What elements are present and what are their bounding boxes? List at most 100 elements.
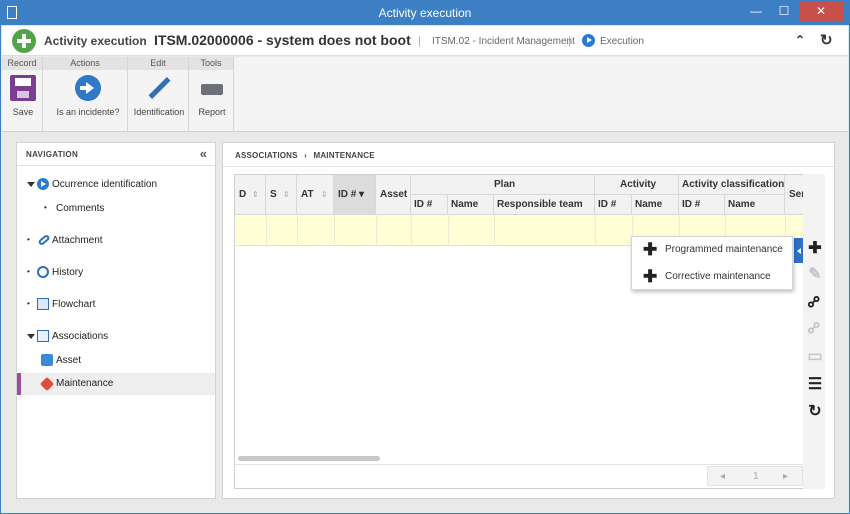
column-header-at[interactable]: AT ⇕: [297, 175, 334, 215]
disassociate-link-button[interactable]: ⚯: [802, 316, 827, 341]
cell-separator: [595, 215, 596, 246]
breadcrumb: ASSOCIATIONS › MAINTENANCE: [235, 151, 375, 160]
play-icon: [37, 178, 49, 190]
refresh-header-button[interactable]: ↻: [820, 31, 833, 49]
add-button[interactable]: ✚: [806, 240, 824, 258]
column-group-plan: Plan: [411, 175, 595, 195]
nav-item-label: Associations: [52, 331, 109, 342]
nav-item-label: Maintenance: [56, 378, 114, 389]
grid-action-toolbar: ✚ ✎ ⚯ ⚯ ▭ ☰ ↻: [803, 174, 825, 489]
expand-triangle-icon[interactable]: [27, 334, 35, 339]
nav-item-label: Comments: [56, 203, 105, 214]
maintenance-grid: D ⇕ S ⇕ AT ⇕ ID # ▾ Asset Plan Activity …: [234, 174, 804, 489]
nav-item-flowchart[interactable]: • Flowchart: [17, 294, 215, 316]
column-header-label: Name: [728, 199, 756, 210]
nav-item-asset[interactable]: Asset: [17, 350, 215, 372]
nav-item-label: Ocurrence identification: [52, 179, 158, 190]
is-incident-button[interactable]: Is an incidente?: [53, 75, 123, 117]
plus-icon: ✚: [643, 267, 658, 286]
next-page-button[interactable]: ▸: [783, 471, 788, 482]
process-label: ITSM.02 - Incident Management: [432, 36, 575, 47]
status-label: Execution: [600, 36, 644, 47]
ribbon-group-record: Record Save: [2, 57, 43, 132]
chevron-right-icon: ›: [304, 151, 308, 160]
page-number[interactable]: 1: [753, 471, 759, 482]
cell-separator: [411, 215, 412, 246]
view-button[interactable]: ▭: [806, 348, 824, 366]
associate-link-button[interactable]: ⚯: [802, 290, 827, 315]
column-header-label: Name: [451, 199, 479, 210]
minimize-button[interactable]: —: [743, 1, 769, 21]
associations-icon: [37, 330, 49, 342]
bullet: •: [27, 235, 30, 244]
collapse-header-button[interactable]: ⌃: [795, 33, 805, 47]
app-name: Activity execution: [44, 34, 147, 48]
close-button[interactable]: ✕: [799, 1, 843, 21]
ribbon-group-edit: Edit Identification: [128, 57, 189, 132]
nav-item-maintenance[interactable]: Maintenance: [17, 373, 215, 395]
column-header-d[interactable]: D ⇕: [235, 175, 266, 215]
cell-separator: [266, 215, 267, 246]
ribbon-group-title: Edit: [128, 57, 188, 70]
ribbon-group-title: Actions: [43, 57, 127, 70]
nav-item-label: Attachment: [52, 235, 103, 246]
cell-separator: [494, 215, 495, 246]
previous-page-button[interactable]: ◂: [720, 471, 725, 482]
add-dropdown-menu: ✚ Programmed maintenance ✚ Corrective ma…: [631, 236, 793, 290]
column-header-classification-name[interactable]: Name: [725, 195, 785, 215]
navigation-panel: NAVIGATION « Ocurrence identification • …: [16, 142, 216, 499]
column-header-activity-id[interactable]: ID #: [595, 195, 632, 215]
column-header-ser[interactable]: Ser: [785, 175, 803, 215]
horizontal-scrollbar[interactable]: [238, 456, 380, 461]
nav-item-history[interactable]: • History: [17, 262, 215, 284]
column-header-id[interactable]: ID # ▾: [334, 175, 376, 215]
column-header-activity-name[interactable]: Name: [632, 195, 679, 215]
menu-item-corrective-maintenance[interactable]: ✚ Corrective maintenance: [632, 264, 792, 290]
breadcrumb-item[interactable]: ASSOCIATIONS: [235, 151, 298, 160]
breadcrumb-item: MAINTENANCE: [313, 151, 375, 160]
collapse-navigation-button[interactable]: «: [200, 146, 207, 161]
report-button[interactable]: Report: [196, 75, 228, 117]
pencil-icon: [146, 75, 172, 101]
nav-item-label: History: [52, 267, 84, 278]
pagination: ◂ 1 ▸: [707, 466, 803, 486]
history-icon: [37, 266, 49, 278]
window-title: Activity execution: [378, 6, 472, 20]
header-separator: |: [418, 35, 421, 47]
edit-button[interactable]: ✎: [806, 266, 824, 284]
printer-icon: [199, 75, 225, 101]
list-button[interactable]: ☰: [806, 376, 824, 394]
arrow-right-icon: [75, 75, 101, 101]
flowchart-icon: [37, 298, 49, 310]
cell-separator: [297, 215, 298, 246]
menu-item-programmed-maintenance[interactable]: ✚ Programmed maintenance: [632, 237, 792, 263]
nav-item-ocurrence-identification[interactable]: Ocurrence identification: [17, 174, 215, 196]
column-header-classification-id[interactable]: ID #: [679, 195, 725, 215]
paperclip-icon: [37, 233, 51, 247]
cell-separator: [334, 215, 335, 246]
column-header-label: ID #: [598, 199, 617, 210]
expand-triangle-icon[interactable]: [27, 182, 35, 187]
column-header-asset[interactable]: Asset: [376, 175, 411, 215]
refresh-button[interactable]: ↻: [806, 403, 824, 421]
navigation-title: NAVIGATION: [26, 150, 79, 159]
column-header-label: D: [239, 189, 247, 200]
column-header-label: Responsible team: [497, 199, 583, 210]
sort-icon: ⇕: [252, 190, 259, 199]
maximize-button[interactable]: ☐: [771, 1, 797, 21]
column-header-responsible-team[interactable]: Responsible team: [494, 195, 595, 215]
column-header-plan-name[interactable]: Name: [448, 195, 494, 215]
save-button[interactable]: Save: [8, 75, 38, 117]
record-title: ITSM.02000006 - system does not boot: [154, 32, 411, 48]
asset-icon: [41, 354, 53, 366]
nav-item-associations[interactable]: Associations: [17, 326, 215, 348]
identification-button[interactable]: Identification: [131, 75, 187, 117]
ribbon-group-actions: Actions Is an incidente?: [43, 57, 128, 132]
bullet: •: [44, 203, 47, 212]
column-header-s[interactable]: S ⇕: [266, 175, 297, 215]
column-header-label: ID #: [682, 199, 701, 210]
sort-icon: ⇕: [321, 190, 328, 199]
nav-item-comments[interactable]: • Comments: [17, 198, 215, 220]
nav-item-attachment[interactable]: • Attachment: [17, 230, 215, 252]
column-header-plan-id[interactable]: ID #: [411, 195, 448, 215]
